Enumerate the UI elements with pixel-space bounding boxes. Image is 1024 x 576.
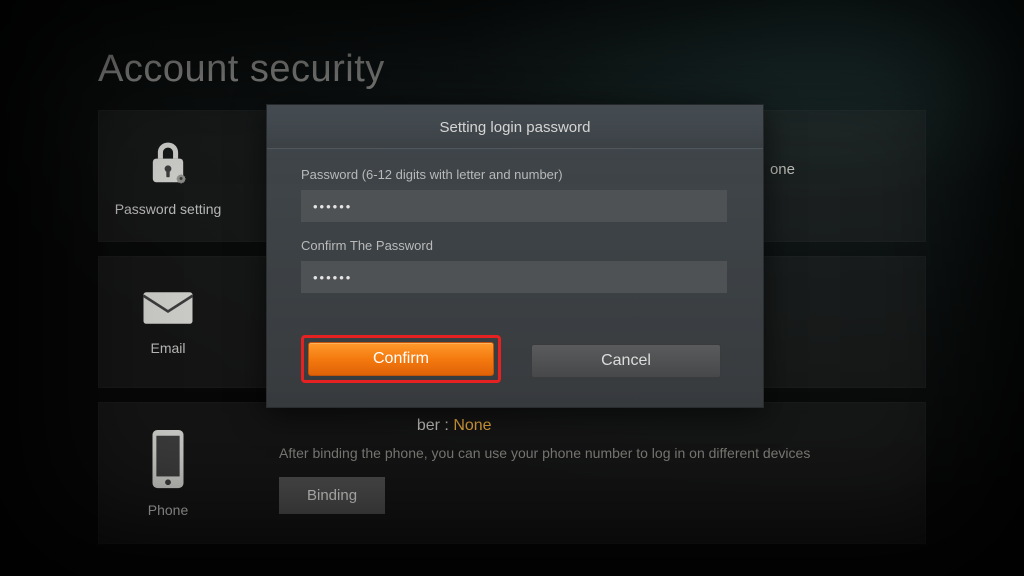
- cancel-button[interactable]: Cancel: [531, 344, 721, 378]
- envelope-icon: [140, 288, 196, 328]
- phone-header-suffix: ber :: [417, 417, 449, 434]
- confirm-password-input[interactable]: [301, 261, 727, 293]
- sidebar-item-email[interactable]: Email: [99, 257, 237, 387]
- password-modal: Setting login password Password (6-12 di…: [266, 104, 764, 408]
- panel-phone: Phone Current phone number : None After …: [98, 402, 926, 544]
- password-input[interactable]: [301, 190, 727, 222]
- confirm-password-label: Confirm The Password: [301, 238, 729, 253]
- confirm-highlight: Confirm: [301, 335, 501, 383]
- sidebar-item-password[interactable]: Password setting: [99, 111, 237, 241]
- sidebar-item-label: Phone: [148, 502, 188, 518]
- panel-password-fragment: one: [770, 161, 795, 178]
- sidebar-item-label: Password setting: [115, 201, 222, 217]
- phone-desc: After binding the phone, you can use you…: [279, 445, 901, 461]
- modal-title: Setting login password: [267, 105, 763, 149]
- phone-icon: [148, 428, 188, 490]
- sidebar-item-phone[interactable]: Phone: [99, 403, 237, 543]
- sidebar-item-label: Email: [150, 340, 185, 356]
- password-label: Password (6-12 digits with letter and nu…: [301, 167, 729, 182]
- page-title: Account security: [98, 48, 385, 91]
- phone-value: None: [453, 417, 491, 434]
- confirm-button[interactable]: Confirm: [308, 342, 494, 376]
- binding-button[interactable]: Binding: [279, 477, 385, 514]
- lock-gear-icon: [141, 135, 195, 189]
